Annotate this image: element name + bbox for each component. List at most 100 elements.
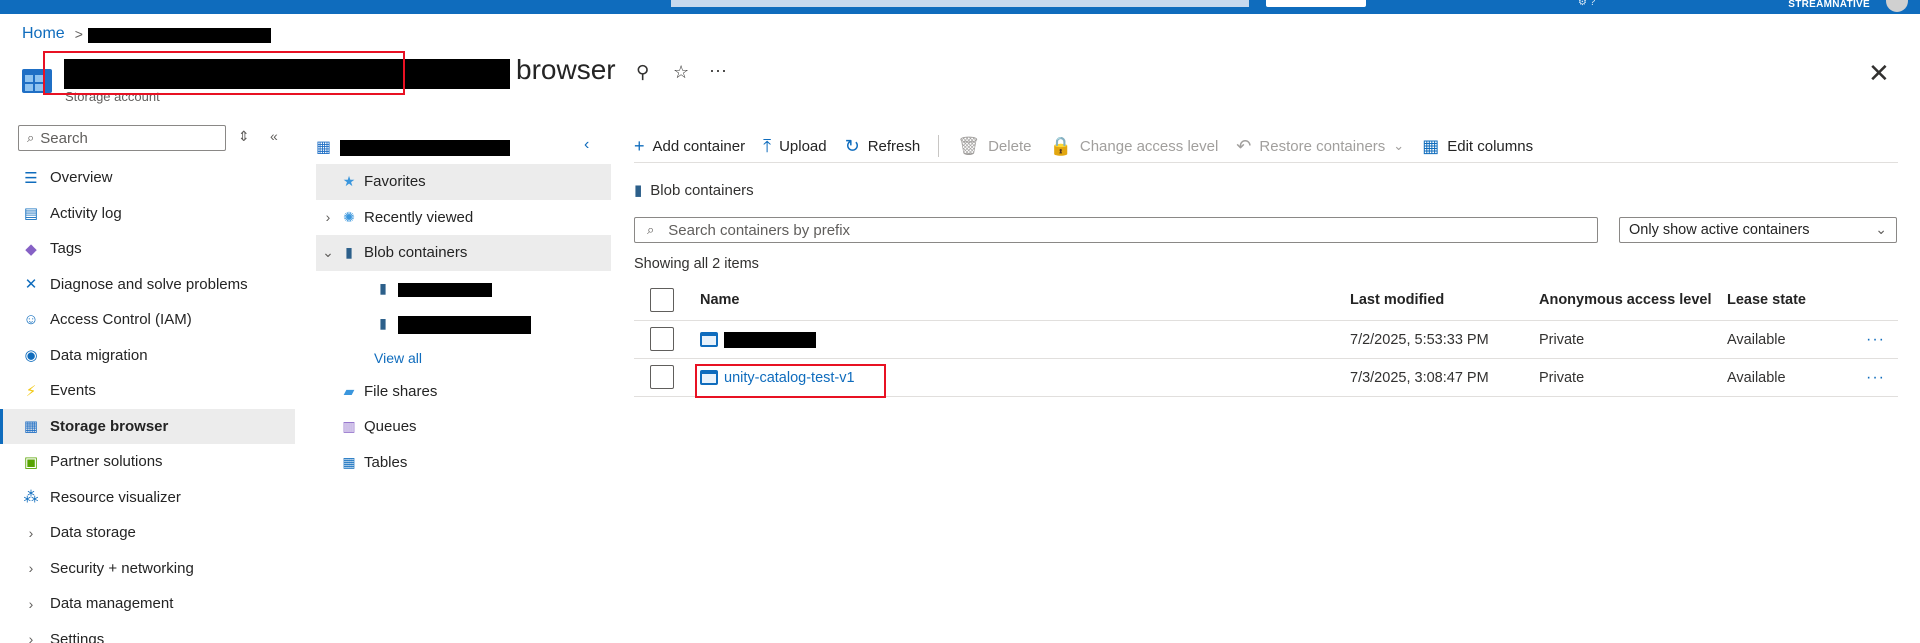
tree-blob-containers[interactable]: ⌄ ▮ Blob containers bbox=[316, 235, 611, 271]
select-all-checkbox[interactable] bbox=[650, 288, 674, 312]
tree-favorites[interactable]: ★ Favorites bbox=[316, 164, 611, 200]
blob-container-icon: ▮ bbox=[345, 244, 353, 261]
nav-item-overview[interactable]: ☰ Overview bbox=[0, 160, 295, 196]
people-icon: ☺ bbox=[23, 311, 39, 329]
nav-item-label: Activity log bbox=[50, 204, 122, 222]
collapse-nav-icon[interactable]: « bbox=[270, 128, 278, 144]
column-lease-state[interactable]: Lease state bbox=[1727, 292, 1806, 308]
change-access-level-button[interactable]: 🔒 Change access level bbox=[1049, 136, 1218, 157]
nav-item-label: Partner solutions bbox=[50, 453, 163, 471]
active-containers-filter[interactable]: Only show active containers ⌄ bbox=[1619, 217, 1897, 243]
add-container-button[interactable]: + Add container bbox=[634, 136, 745, 157]
nav-item-access-control[interactable]: ☺ Access Control (IAM) bbox=[0, 302, 295, 338]
nav-search-placeholder: Search bbox=[40, 129, 88, 147]
nav-item-label: Events bbox=[50, 382, 96, 400]
close-icon[interactable]: ✕ bbox=[1868, 58, 1890, 89]
section-label: Blob containers bbox=[650, 181, 754, 199]
redacted-breadcrumb bbox=[88, 28, 271, 43]
item-count: Showing all 2 items bbox=[634, 256, 759, 272]
refresh-button[interactable]: ↻ Refresh bbox=[845, 136, 921, 157]
pin-icon[interactable]: ⚲ bbox=[636, 62, 649, 83]
chevron-right-icon: › bbox=[28, 595, 34, 612]
global-search-bar[interactable] bbox=[671, 0, 1249, 7]
section-heading: ▮ Blob containers bbox=[634, 181, 754, 200]
tree-view-all-row: View all bbox=[316, 342, 611, 374]
nav-item-activity-log[interactable]: ▤ Activity log bbox=[0, 196, 295, 232]
chevron-right-icon: › bbox=[28, 560, 34, 577]
edit-columns-button[interactable]: ▦ Edit columns bbox=[1422, 136, 1533, 157]
nav-item-label: Data storage bbox=[50, 524, 136, 542]
redacted-container-name bbox=[398, 316, 531, 334]
tree-queues[interactable]: ▥ Queues bbox=[316, 409, 611, 445]
container-search-input[interactable]: ⌕ Search containers by prefix bbox=[634, 217, 1598, 243]
column-anonymous-access[interactable]: Anonymous access level bbox=[1539, 292, 1711, 308]
nav-item-partner-solutions[interactable]: ▣ Partner solutions bbox=[0, 444, 295, 480]
row-more-icon[interactable]: ··· bbox=[1866, 369, 1885, 387]
chevron-down-icon[interactable]: ⌄ bbox=[316, 244, 340, 261]
undo-icon: ↶ bbox=[1236, 135, 1252, 156]
nav-item-label: Security + networking bbox=[50, 559, 194, 577]
sort-icon[interactable]: ⇕ bbox=[238, 128, 250, 145]
star-icon[interactable]: ☆ bbox=[673, 62, 689, 83]
nav-group-data-storage[interactable]: › Data storage bbox=[0, 515, 295, 551]
nav-item-events[interactable]: ⚡ Events bbox=[0, 373, 295, 409]
nav-item-label: Access Control (IAM) bbox=[50, 311, 192, 329]
nav-item-diagnose[interactable]: ✕ Diagnose and solve problems bbox=[0, 267, 295, 303]
more-icon[interactable]: ··· bbox=[709, 60, 727, 81]
column-last-modified[interactable]: Last modified bbox=[1350, 292, 1444, 308]
delete-button[interactable]: 🗑 Delete bbox=[957, 136, 1031, 157]
nav-item-tags[interactable]: ◆ Tags bbox=[0, 231, 295, 267]
gear-icon: ✺ bbox=[343, 208, 355, 225]
chevron-down-icon: ⌄ bbox=[1393, 138, 1405, 153]
tree-label: Blob containers bbox=[364, 244, 468, 262]
view-all-link[interactable]: View all bbox=[374, 350, 422, 366]
row-more-icon[interactable]: ··· bbox=[1866, 331, 1885, 349]
avatar[interactable] bbox=[1886, 0, 1908, 12]
upload-icon: ⤒ bbox=[763, 135, 772, 156]
nav-search-input[interactable]: ⌕ Search bbox=[18, 125, 226, 151]
toolbar-divider-line bbox=[634, 162, 1898, 163]
chevron-right-icon: › bbox=[28, 631, 34, 643]
toolbar-divider bbox=[938, 135, 940, 157]
column-name[interactable]: Name bbox=[700, 292, 740, 308]
toolbar: + Add container ⤒ Upload ↻ Refresh 🗑 Del… bbox=[634, 133, 1551, 159]
tree-label: Favorites bbox=[364, 173, 426, 191]
row-checkbox[interactable] bbox=[650, 365, 674, 389]
plus-icon: + bbox=[634, 135, 645, 156]
nav-group-settings[interactable]: › Settings bbox=[0, 622, 295, 643]
tree-container-2[interactable]: ▮ bbox=[316, 306, 611, 342]
page-title: browser bbox=[516, 54, 616, 85]
row-checkbox[interactable] bbox=[650, 327, 674, 351]
row-lease-state: Available bbox=[1727, 369, 1786, 386]
restore-containers-button[interactable]: ↶ Restore containers ⌄ bbox=[1236, 136, 1404, 157]
tree-recently-viewed[interactable]: › ✺ Recently viewed bbox=[316, 200, 611, 236]
blob-container-icon: ▮ bbox=[634, 182, 643, 199]
top-bar-button[interactable] bbox=[1266, 0, 1366, 7]
nav-group-security-networking[interactable]: › Security + networking bbox=[0, 551, 295, 587]
star-icon: ★ bbox=[342, 173, 356, 190]
upload-button[interactable]: ⤒ Upload bbox=[763, 136, 827, 157]
table-row[interactable]: 7/2/2025, 5:53:33 PM Private Available ·… bbox=[634, 321, 1898, 359]
nav-group-data-management[interactable]: › Data management bbox=[0, 586, 295, 622]
redacted-account-name bbox=[340, 140, 510, 156]
top-bar: ⚙ ? STREAMNATIVE bbox=[0, 0, 1920, 14]
tree-label: Queues bbox=[364, 418, 417, 436]
notification-icons[interactable]: ⚙ ? bbox=[1578, 0, 1595, 8]
row-name-cell[interactable] bbox=[700, 331, 816, 348]
activity-log-icon: ▤ bbox=[23, 205, 39, 223]
nav-item-resource-visualizer[interactable]: ⁂ Resource visualizer bbox=[0, 480, 295, 516]
row-anonymous-access: Private bbox=[1539, 331, 1585, 348]
table-icon: ▦ bbox=[342, 453, 356, 470]
tree-tables[interactable]: ▦ Tables bbox=[316, 445, 611, 481]
breadcrumb-home[interactable]: Home bbox=[22, 25, 65, 43]
collapse-tree-icon[interactable]: ‹ bbox=[584, 136, 589, 154]
blob-container-icon: ▮ bbox=[379, 315, 387, 332]
tree-container-1[interactable]: ▮ bbox=[316, 271, 611, 307]
nav-item-storage-browser[interactable]: ▦ Storage browser bbox=[0, 408, 295, 444]
nav-item-label: Data management bbox=[50, 595, 174, 613]
nav-item-label: Diagnose and solve problems bbox=[50, 275, 248, 293]
chevron-down-icon: ⌄ bbox=[1875, 221, 1887, 237]
chevron-right-icon[interactable]: › bbox=[316, 209, 340, 225]
tree-file-shares[interactable]: ▰ File shares bbox=[316, 374, 611, 410]
nav-item-data-migration[interactable]: ◉ Data migration bbox=[0, 338, 295, 374]
